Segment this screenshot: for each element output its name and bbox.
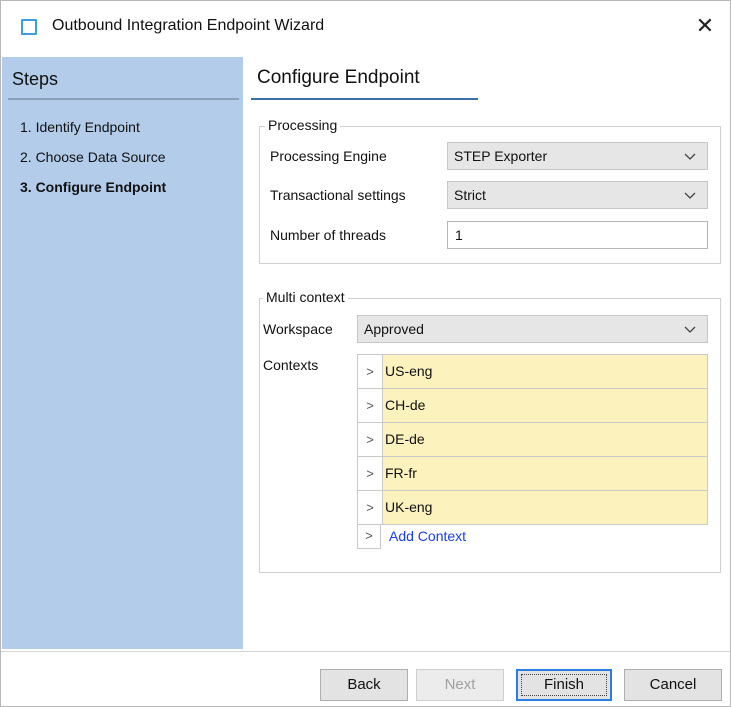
expand-arrow-icon[interactable]: > [358, 355, 382, 388]
next-button-label: Next [444, 676, 476, 693]
steps-divider [8, 98, 239, 100]
processing-engine-dropdown[interactable]: STEP Exporter [447, 142, 708, 170]
add-context-row[interactable]: > Add Context [357, 525, 708, 551]
workspace-value: Approved [364, 321, 424, 337]
chevron-down-icon [684, 326, 696, 333]
context-cell[interactable]: UK-eng [382, 491, 707, 524]
step-configure-endpoint: 3. Configure Endpoint [20, 179, 167, 195]
context-row[interactable]: > DE-de [357, 422, 708, 456]
back-button[interactable]: Back [320, 669, 408, 701]
page-title-underline [251, 98, 478, 100]
context-row[interactable]: > CH-de [357, 388, 708, 422]
chevron-down-icon [684, 192, 696, 199]
step-identify-endpoint: 1. Identify Endpoint [20, 119, 140, 135]
steps-title: Steps [12, 69, 59, 89]
cancel-button-label: Cancel [649, 676, 697, 693]
steps-sidebar: Steps 1. Identify Endpoint 2. Choose Dat… [2, 57, 243, 649]
window-icon [21, 19, 37, 35]
context-value: UK-eng [385, 499, 433, 515]
add-context-link[interactable]: Add Context [389, 528, 466, 544]
transactional-settings-value: Strict [454, 187, 486, 203]
context-value: US-eng [385, 363, 433, 379]
chevron-down-icon [684, 153, 696, 160]
finish-button-label: Finish [543, 676, 584, 693]
context-row[interactable]: > FR-fr [357, 456, 708, 490]
context-value: DE-de [385, 431, 425, 447]
workspace-dropdown[interactable]: Approved [357, 315, 708, 343]
expand-arrow-icon[interactable]: > [357, 525, 381, 549]
contexts-label: Contexts [263, 357, 319, 373]
number-of-threads-label: Number of threads [270, 227, 386, 243]
context-value: FR-fr [385, 465, 417, 481]
number-of-threads-input[interactable]: 1 [447, 221, 708, 249]
back-button-label: Back [347, 676, 381, 693]
expand-arrow-icon[interactable]: > [358, 389, 382, 422]
context-cell[interactable]: DE-de [382, 423, 707, 456]
window-title: Outbound Integration Endpoint Wizard [52, 17, 325, 34]
processing-legend: Processing [265, 117, 341, 133]
footer-divider [1, 651, 730, 652]
processing-engine-value: STEP Exporter [454, 148, 548, 164]
multi-context-legend: Multi context [263, 289, 348, 305]
close-button[interactable]: ✕ [690, 11, 720, 41]
wizard-window: Outbound Integration Endpoint Wizard ✕ S… [0, 0, 731, 707]
contexts-table: > US-eng > CH-de > DE-de > FR-fr > UK-en… [357, 354, 708, 551]
context-row[interactable]: > US-eng [357, 354, 708, 388]
context-cell[interactable]: US-eng [382, 355, 707, 388]
transactional-settings-dropdown[interactable]: Strict [447, 181, 708, 209]
expand-arrow-icon[interactable]: > [358, 423, 382, 456]
expand-arrow-icon[interactable]: > [358, 491, 382, 524]
page-title: Configure Endpoint [257, 67, 420, 88]
expand-arrow-icon[interactable]: > [358, 457, 382, 490]
transactional-settings-label: Transactional settings [270, 187, 406, 203]
cancel-button[interactable]: Cancel [624, 669, 722, 701]
next-button[interactable]: Next [416, 669, 504, 701]
processing-engine-label: Processing Engine [270, 148, 387, 164]
context-cell[interactable]: FR-fr [382, 457, 707, 490]
workspace-label: Workspace [263, 321, 333, 337]
finish-button[interactable]: Finish [516, 669, 612, 701]
number-of-threads-value: 1 [455, 227, 463, 243]
title-bar: Outbound Integration Endpoint Wizard ✕ [1, 1, 730, 55]
step-choose-data-source: 2. Choose Data Source [20, 149, 166, 165]
context-row[interactable]: > UK-eng [357, 490, 708, 524]
context-value: CH-de [385, 397, 426, 413]
context-cell[interactable]: CH-de [382, 389, 707, 422]
